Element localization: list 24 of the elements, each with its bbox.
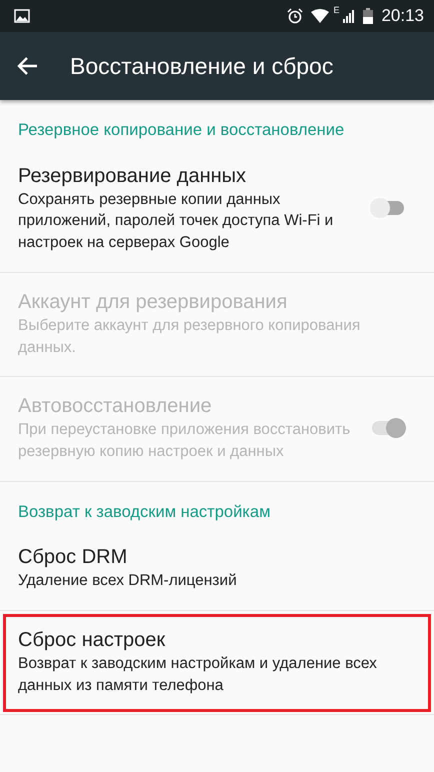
item-title: Аккаунт для резервирования [18, 290, 288, 315]
item-summary: При переустановке приложения восстановить резервную копию настроек и данных [18, 420, 352, 462]
settings-item[interactable]: Сброс настроек Возврат к заводским настройкам и удаление всех данных из памяти телефона [0, 611, 434, 716]
settings-item[interactable]: Резервирование данных Сохранять резервные копии данных приложений, паролей точек доступа Wi-Fi и настроек на серверах Google [0, 146, 434, 273]
item-title: Сброс DRM [18, 545, 128, 570]
back-button[interactable] [16, 56, 38, 76]
settings-item[interactable]: Сброс DRM Удаление всех DRM-лицензий [0, 528, 434, 611]
item-title: Сброс настроек [18, 628, 166, 653]
signal-icon [343, 9, 356, 23]
item-summary: Сохранять резервные копии данных приложений, паролей точек доступа Wi-Fi и настроек на серверах Google [18, 190, 334, 254]
item-summary: Возврат к заводским настройкам и удаление всех данных из памяти телефона [18, 654, 378, 696]
item-summary: Удаление всех DRM-лицензий [18, 571, 238, 592]
item-title: Автовосстановление [18, 394, 213, 420]
section-header: Резервное копирование и восстановление [17, 120, 346, 141]
item-title: Резервирование данных [18, 164, 248, 189]
alarm-icon [287, 8, 304, 24]
wifi-icon [311, 9, 330, 23]
battery-icon [363, 8, 374, 24]
toolbar-title: Восстановление и сброс [70, 52, 334, 81]
image-icon [14, 9, 30, 23]
item-summary: Выберите аккаунт для резервного копирования данных. [18, 316, 362, 358]
section-header: Возврат к заводским настройкам [17, 502, 272, 523]
network-type-label: E [333, 4, 340, 17]
clock-time: 20:13 [381, 5, 424, 28]
